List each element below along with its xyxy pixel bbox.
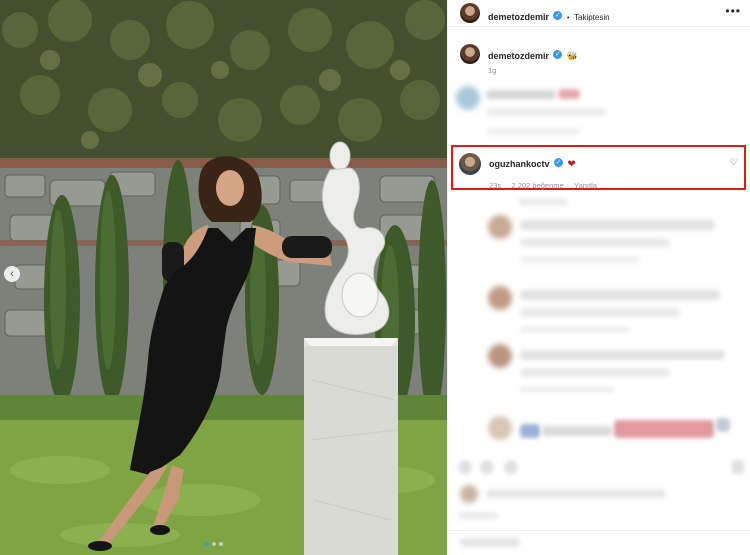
- post-header: demetozdemir ✓ • Takiptesin •••: [448, 0, 750, 27]
- blurred-comment: [520, 290, 720, 300]
- separator-dot: •: [566, 13, 570, 22]
- follow-status[interactable]: Takiptesin: [574, 13, 610, 22]
- blurred-comment: [518, 198, 568, 206]
- comment-likes[interactable]: 2.202 beğenme: [512, 181, 564, 190]
- caption-avatar[interactable]: [460, 44, 480, 64]
- blurred-avatar: [456, 86, 480, 110]
- blurred-avatar: [488, 215, 512, 239]
- caption-username[interactable]: demetozdemir: [488, 51, 549, 61]
- blurred-avatar: [460, 485, 478, 503]
- caption-time: 1g: [488, 66, 497, 75]
- comment-text: ❤: [567, 159, 576, 170]
- commenter-username[interactable]: oguzhankoctv: [489, 159, 550, 169]
- comment-meta: 23s 2.202 beğenme Yanıtla: [489, 175, 597, 193]
- caption-text: 🐝: [566, 51, 579, 61]
- blurred-comment: [614, 420, 714, 438]
- photo-scene: [0, 0, 447, 555]
- comment-line: oguzhankoctv ✓ ❤: [489, 154, 576, 172]
- blurred-avatar: [488, 344, 512, 368]
- blurred-comment: [486, 128, 581, 135]
- blurred-comment: [542, 426, 612, 436]
- avatar[interactable]: [460, 3, 480, 23]
- blurred-action: [458, 460, 472, 474]
- header-username[interactable]: demetozdemir: [488, 12, 549, 22]
- blurred-comment: [558, 89, 580, 99]
- comment-time: 23s: [489, 181, 502, 190]
- blurred-comment: [520, 326, 630, 333]
- carousel-dots: [205, 542, 223, 546]
- heart-outline-icon[interactable]: ♡: [730, 157, 738, 168]
- more-horizontal-icon[interactable]: •••: [725, 4, 741, 18]
- blurred-comment: [520, 424, 540, 438]
- commenter-avatar[interactable]: [459, 153, 481, 175]
- verified-badge-icon: ✓: [553, 11, 563, 21]
- blurred-comment: [520, 368, 670, 377]
- header-user-line: demetozdemir ✓ • Takiptesin: [488, 7, 610, 25]
- blurred-comment: [520, 350, 725, 360]
- post-photo: ‹: [0, 0, 447, 555]
- blurred-comment: [520, 256, 640, 263]
- divider: [448, 530, 750, 531]
- blurred-action: [732, 460, 744, 474]
- blurred-time: [458, 512, 498, 519]
- blurred-comment: [520, 220, 715, 230]
- blurred-comment: [486, 90, 556, 99]
- blurred-likes: [486, 490, 666, 498]
- blurred-comment-input: [460, 538, 520, 547]
- previous-photo-icon[interactable]: ‹: [4, 266, 20, 282]
- blurred-comment: [520, 238, 670, 247]
- blurred-comment: [520, 386, 615, 393]
- blurred-comment: [716, 418, 730, 432]
- blurred-avatar: [488, 286, 512, 310]
- blurred-comment: [486, 108, 606, 116]
- verified-badge-icon: ✓: [553, 50, 563, 60]
- blurred-comment: [520, 308, 680, 317]
- post-side-panel: demetozdemir ✓ • Takiptesin ••• demetozd…: [447, 0, 750, 555]
- reply-button[interactable]: Yanıtla: [574, 181, 597, 190]
- blurred-action: [504, 460, 518, 474]
- blurred-avatar: [488, 416, 512, 440]
- caption-line: demetozdemir ✓ 🐝: [488, 46, 578, 64]
- blurred-action: [480, 460, 494, 474]
- verified-badge-icon: ✓: [553, 158, 563, 168]
- highlighted-comment: oguzhankoctv ✓ ❤ 23s 2.202 beğenme Yanıt…: [451, 145, 746, 190]
